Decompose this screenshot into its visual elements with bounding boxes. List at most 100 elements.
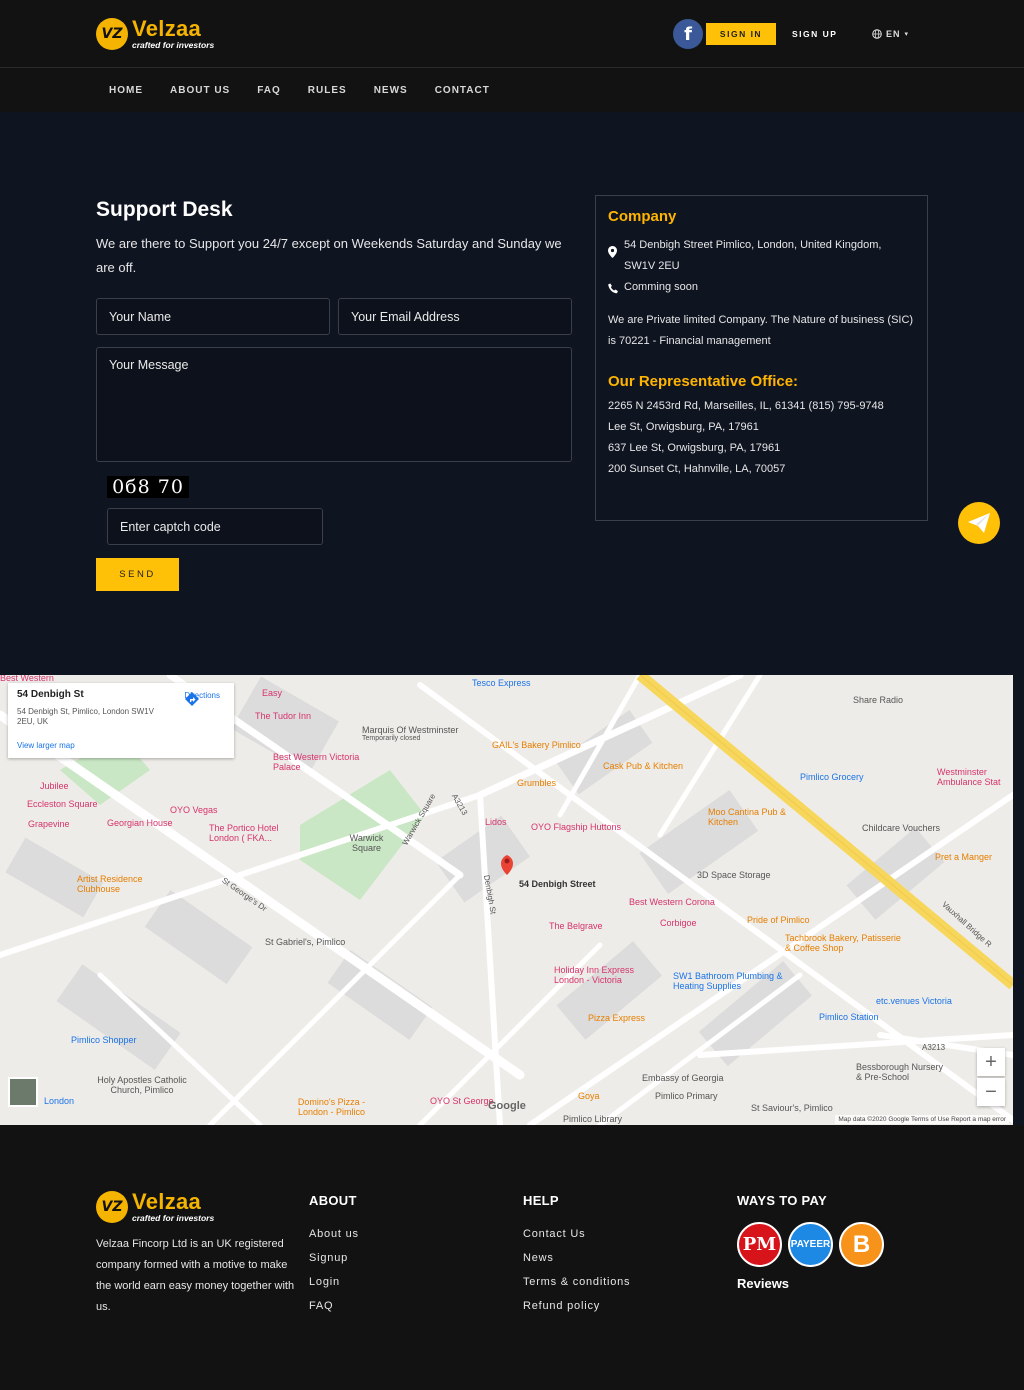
- captcha-image: 0б8 70: [107, 476, 189, 498]
- map-poi[interactable]: The Tudor Inn: [255, 711, 311, 721]
- footer-link-news[interactable]: News: [523, 1246, 630, 1270]
- view-larger-map-link[interactable]: View larger map: [17, 741, 75, 750]
- send-button[interactable]: SEND: [96, 558, 179, 591]
- map-poi[interactable]: Goya: [578, 1091, 600, 1101]
- map-poi[interactable]: Westminster Ambulance Stat: [937, 767, 1013, 787]
- map-attribution[interactable]: Map data ©2020 Google Terms of Use Repor…: [835, 1115, 1009, 1124]
- footer-about-column: ABOUT About us Signup Login FAQ: [309, 1193, 359, 1318]
- map-poi[interactable]: Pimlico Shopper: [71, 1035, 137, 1045]
- map-poi[interactable]: Pimlico Library: [563, 1114, 622, 1124]
- brand-logo[interactable]: VZ Velzaa crafted for investors: [96, 18, 214, 50]
- map-poi[interactable]: The Portico Hotel London ( FKA...: [209, 823, 304, 843]
- payeer-icon[interactable]: PAYEER: [788, 1222, 833, 1267]
- footer-pay-column: WAYS TO PAY: [737, 1193, 827, 1222]
- name-input[interactable]: [96, 298, 330, 335]
- perfect-money-label: PM: [742, 1234, 777, 1255]
- map-poi[interactable]: Corbigoe: [660, 918, 697, 928]
- map-poi[interactable]: Best Western: [0, 675, 54, 683]
- brand-name: Velzaa: [132, 1189, 202, 1215]
- map-pin-label[interactable]: 54 Denbigh Street: [519, 879, 596, 889]
- map-poi[interactable]: Easy: [262, 688, 282, 698]
- footer-link-contact[interactable]: Contact Us: [523, 1222, 630, 1246]
- map-poi[interactable]: Childcare Vouchers: [862, 823, 940, 833]
- map-poi[interactable]: Share Radio: [853, 695, 903, 705]
- google-logo: Google: [488, 1100, 526, 1112]
- map-poi[interactable]: The Belgrave: [549, 921, 603, 931]
- sign-up-button[interactable]: SIGN UP: [792, 23, 837, 45]
- map-poi[interactable]: 3D Space Storage: [697, 870, 771, 880]
- footer-link-login[interactable]: Login: [309, 1270, 359, 1294]
- map-poi[interactable]: London: [44, 1096, 74, 1106]
- map-poi[interactable]: Pimlico Primary: [655, 1091, 718, 1101]
- map-poi[interactable]: SW1 Bathroom Plumbing & Heating Supplies: [673, 971, 798, 991]
- captcha-input[interactable]: [107, 508, 323, 545]
- map-poi[interactable]: Moo Cantina Pub & Kitchen: [708, 807, 788, 827]
- map-poi[interactable]: Grumbles: [517, 778, 556, 788]
- perfect-money-icon[interactable]: PM: [737, 1222, 782, 1267]
- company-address-text: 54 Denbigh Street Pimlico, London, Unite…: [624, 239, 882, 272]
- map-poi[interactable]: Best Western Corona: [629, 897, 715, 907]
- map-poi[interactable]: Georgian House: [107, 818, 173, 828]
- map-poi[interactable]: Pride of Pimlico: [747, 915, 810, 925]
- brand-tagline: crafted for investors: [132, 1213, 215, 1224]
- map-poi[interactable]: Best Western Victoria Palace: [273, 752, 363, 772]
- bitcoin-icon[interactable]: B: [839, 1222, 884, 1267]
- footer-logo[interactable]: VZ Velzaa crafted for investors: [96, 1191, 214, 1223]
- map-poi[interactable]: Pret a Manger: [935, 852, 992, 862]
- map-poi[interactable]: Lidos: [485, 817, 507, 827]
- map-info-card: 54 Denbigh St 54 Denbigh St, Pimlico, Lo…: [8, 683, 234, 758]
- email-input[interactable]: [338, 298, 572, 335]
- company-description: We are Private limited Company. The Natu…: [608, 314, 914, 347]
- map-poi[interactable]: Tachbrook Bakery, Patisserie & Coffee Sh…: [785, 933, 905, 953]
- map-poi[interactable]: Marquis Of Westminster: [362, 725, 458, 735]
- map-poi[interactable]: GAIL's Bakery Pimlico: [492, 740, 581, 750]
- footer-link-refund[interactable]: Refund policy: [523, 1294, 630, 1318]
- map-poi[interactable]: Pimlico Grocery: [800, 772, 864, 782]
- map-poi[interactable]: OYO Vegas: [170, 805, 218, 815]
- map-poi[interactable]: Warwick Square: [344, 833, 389, 853]
- map-poi[interactable]: Grapevine: [28, 819, 70, 829]
- footer-about-title: ABOUT: [309, 1193, 357, 1208]
- zoom-out-button[interactable]: −: [977, 1078, 1005, 1106]
- map-poi[interactable]: St Saviour's, Pimlico: [751, 1103, 833, 1113]
- footer-help-column: HELP Contact Us News Terms & conditions …: [523, 1193, 630, 1318]
- nav-home[interactable]: HOME: [109, 85, 143, 96]
- footer-link-signup[interactable]: Signup: [309, 1246, 359, 1270]
- satellite-toggle[interactable]: [8, 1077, 38, 1107]
- message-input[interactable]: [96, 347, 572, 462]
- facebook-icon[interactable]: f: [673, 19, 703, 49]
- footer-link-about[interactable]: About us: [309, 1222, 359, 1246]
- map-poi[interactable]: Bessborough Nursery & Pre-School: [856, 1062, 946, 1082]
- footer-link-faq[interactable]: FAQ: [309, 1294, 359, 1318]
- map-poi[interactable]: etc.venues Victoria: [876, 996, 952, 1006]
- map-poi[interactable]: Jubilee: [40, 781, 69, 791]
- map-poi[interactable]: Domino's Pizza - London - Pimlico: [289, 1097, 374, 1117]
- zoom-in-button[interactable]: +: [977, 1048, 1005, 1076]
- nav-faq[interactable]: FAQ: [257, 85, 281, 96]
- map-poi[interactable]: OYO Flagship Huttons: [531, 822, 621, 832]
- office-address: 2265 N 2453rd Rd, Marseilles, IL, 61341 …: [608, 400, 884, 412]
- telegram-button[interactable]: [958, 502, 1000, 544]
- nav-rules[interactable]: RULES: [308, 85, 347, 96]
- brand-name: Velzaa: [132, 16, 202, 42]
- map-poi[interactable]: Embassy of Georgia: [642, 1073, 724, 1083]
- nav-contact[interactable]: CONTACT: [435, 85, 490, 96]
- map-poi[interactable]: Tesco Express: [472, 678, 531, 688]
- map-poi[interactable]: Cask Pub & Kitchen: [603, 761, 683, 771]
- directions-button[interactable]: Directions: [184, 691, 220, 706]
- map-poi[interactable]: Pizza Express: [588, 1013, 645, 1023]
- map-poi[interactable]: Artist Residence Clubhouse: [77, 874, 162, 894]
- map-poi[interactable]: Holiday Inn Express London - Victoria: [554, 965, 654, 985]
- reviews-link[interactable]: Reviews: [737, 1276, 789, 1291]
- nav-news[interactable]: NEWS: [374, 85, 408, 96]
- map-poi[interactable]: Pimlico Station: [819, 1012, 879, 1022]
- map-poi[interactable]: Eccleston Square: [27, 799, 98, 809]
- nav-about-us[interactable]: ABOUT US: [170, 85, 230, 96]
- language-selector[interactable]: EN ▾: [872, 23, 909, 45]
- google-map[interactable]: 54 Denbigh St 54 Denbigh St, Pimlico, Lo…: [0, 675, 1013, 1125]
- map-poi[interactable]: St Gabriel's, Pimlico: [265, 937, 345, 947]
- footer-link-terms[interactable]: Terms & conditions: [523, 1270, 630, 1294]
- sign-in-button[interactable]: SIGN IN: [706, 23, 776, 45]
- map-poi[interactable]: Holy Apostles Catholic Church, Pimlico: [87, 1075, 197, 1095]
- map-poi[interactable]: OYO St George: [430, 1096, 494, 1106]
